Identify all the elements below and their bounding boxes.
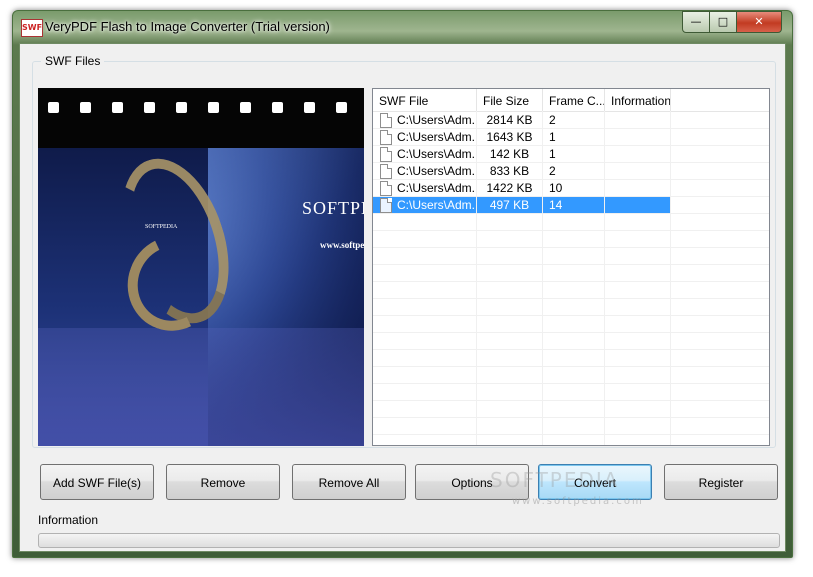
register-button[interactable]: Register (664, 464, 778, 500)
cell-file-size: 1643 KB (486, 130, 533, 144)
column-header-file-size[interactable]: File Size (477, 89, 543, 111)
list-row[interactable]: C:\Users\Adm... 2814 KB 2 (373, 112, 769, 129)
cell-swf-file: C:\Users\Adm... (397, 130, 476, 144)
swf-preview: SOFTPEDIA SOFTPEDIA www.softpedia (38, 88, 364, 446)
cell-swf-file: C:\Users\Adm... (397, 147, 476, 161)
main-window: SWF VeryPDF Flash to Image Converter (Tr… (12, 10, 793, 558)
cell-file-size: 833 KB (489, 164, 530, 178)
minimize-button[interactable]: — (682, 11, 710, 33)
cell-information (605, 163, 670, 180)
cell-frame-count: 2 (549, 164, 556, 178)
grid-line (373, 383, 769, 384)
artwork-url-text: www.softpedia (320, 240, 364, 250)
swf-file-list[interactable]: SWF File File Size Frame C... Informatio… (372, 88, 770, 446)
client-area: SWF Files SOFTPEDIA SOFTP www.softpe SWF… (19, 43, 786, 552)
film-hole (112, 102, 123, 113)
filmstrip (38, 88, 364, 148)
cell-information (605, 112, 670, 129)
film-hole (176, 102, 187, 113)
cell-swf-file: C:\Users\Adm... (397, 181, 476, 195)
artwork-small-logo-text: SOFTPEDIA (145, 224, 178, 230)
list-row[interactable]: C:\Users\Adm... 1643 KB 1 (373, 129, 769, 146)
cell-information (605, 129, 670, 146)
app-icon: SWF (21, 19, 43, 37)
cell-swf-file: C:\Users\Adm... (397, 113, 476, 127)
window-title: VeryPDF Flash to Image Converter (Trial … (45, 19, 330, 34)
film-hole (80, 102, 91, 113)
grid-line (373, 247, 769, 248)
preview-artwork: SOFTPEDIA SOFTPEDIA www.softpedia (38, 145, 364, 446)
remove-button[interactable]: Remove (166, 464, 280, 500)
film-hole (144, 102, 155, 113)
information-label: Information (38, 513, 99, 527)
cell-frame-count: 1 (549, 147, 556, 161)
artwork-reflection (38, 328, 364, 446)
list-header: SWF File File Size Frame C... Informatio… (373, 89, 769, 112)
grid-line (373, 213, 769, 214)
grid-line (373, 434, 769, 435)
file-icon (380, 198, 392, 213)
grid-line (373, 332, 769, 333)
grid-line (373, 349, 769, 350)
cell-information (605, 180, 670, 197)
film-hole (336, 102, 347, 113)
close-icon: ✕ (754, 15, 764, 28)
maximize-icon: □ (717, 15, 729, 28)
softpedia-watermark: SOFTPEDIA (490, 468, 620, 492)
remove-all-button[interactable]: Remove All (292, 464, 406, 500)
film-hole (240, 102, 251, 113)
artwork-logo-text: SOFTPEDIA (302, 198, 364, 218)
list-row[interactable]: C:\Users\Adm... 1422 KB 10 (373, 180, 769, 197)
column-header-swf-file[interactable]: SWF File (373, 89, 477, 111)
progress-bar (38, 533, 780, 548)
grid-line (373, 145, 769, 146)
maximize-button[interactable]: □ (709, 11, 737, 33)
grid-line (373, 315, 769, 316)
grid-line (373, 264, 769, 265)
list-row[interactable]: C:\Users\Adm... 833 KB 2 (373, 163, 769, 180)
title-bar[interactable]: SWF VeryPDF Flash to Image Converter (Tr… (13, 11, 792, 43)
cell-file-size: 1422 KB (486, 181, 533, 195)
cell-frame-count: 10 (549, 181, 563, 195)
cell-frame-count: 1 (549, 130, 556, 144)
cell-frame-count: 14 (543, 197, 604, 214)
list-row[interactable]: C:\Users\Adm... 142 KB 1 (373, 146, 769, 163)
column-header-frame-count[interactable]: Frame C... (543, 89, 605, 111)
film-hole (272, 102, 283, 113)
cell-swf-file: C:\Users\Adm... (397, 164, 476, 178)
grid-line (373, 230, 769, 231)
list-row[interactable]: C:\Users\Adm... 497 KB 14 (373, 197, 769, 214)
cell-frame-count: 2 (549, 113, 556, 127)
cell-file-size: 497 KB (477, 197, 542, 214)
grid-line (373, 417, 769, 418)
grid-line (373, 298, 769, 299)
cell-file-size: 2814 KB (486, 113, 533, 127)
cell-file-size: 142 KB (489, 147, 530, 161)
add-swf-files-button[interactable]: Add SWF File(s) (40, 464, 154, 500)
film-hole (208, 102, 219, 113)
grid-line (373, 366, 769, 367)
film-hole (48, 102, 59, 113)
minimize-icon: — (690, 15, 702, 28)
grid-line (373, 281, 769, 282)
swf-files-group-label: SWF Files (41, 54, 105, 68)
grid-line (373, 179, 769, 180)
cell-information (605, 197, 670, 214)
grid-line (373, 196, 769, 197)
softpedia-watermark-url: www.softpedia.com (512, 496, 644, 507)
cell-information (605, 146, 670, 163)
grid-line (373, 162, 769, 163)
column-header-information[interactable]: Information (605, 89, 671, 111)
film-hole (304, 102, 315, 113)
close-button[interactable]: ✕ (736, 11, 782, 33)
grid-line (373, 128, 769, 129)
grid-line (373, 400, 769, 401)
